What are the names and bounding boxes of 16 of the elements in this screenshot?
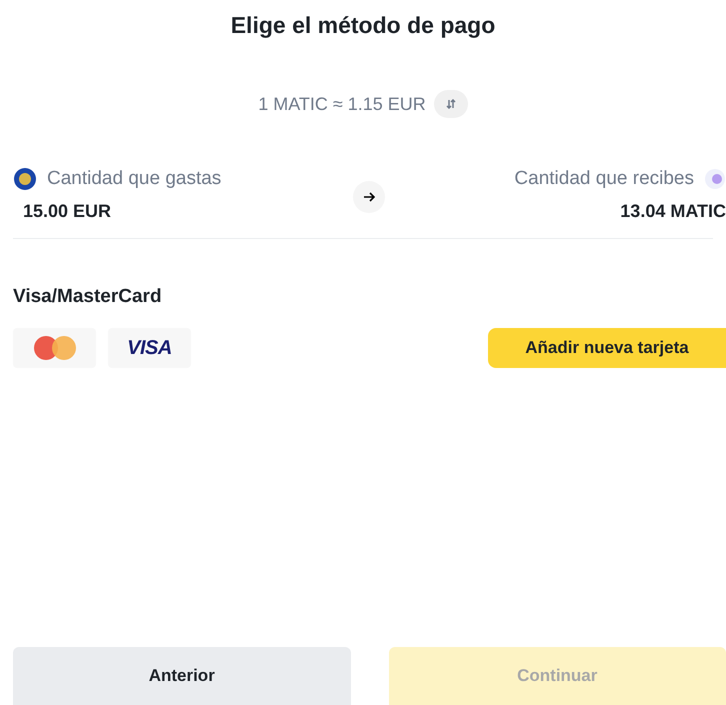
visa-logo-text: VISA [127, 336, 172, 360]
exchange-rate: 1 MATIC ≈ 1.15 EUR [258, 92, 426, 116]
receive-amount: 13.04 MATIC [620, 200, 726, 224]
method-title: Visa/MasterCard [13, 285, 163, 309]
spend-label: Cantidad que gastas [47, 166, 222, 191]
receive-label: Cantidad que recibes [514, 166, 694, 191]
overlapping-circles-icon [32, 334, 78, 360]
add-card-button[interactable]: Añadir nueva tarjeta [488, 328, 726, 368]
swap-button[interactable] [434, 90, 468, 118]
spend-amount: 15.00 EUR [22, 200, 112, 224]
back-button[interactable]: Anterior [13, 647, 350, 705]
swap-arrows-icon [446, 99, 456, 109]
euro-coin-icon [13, 167, 37, 191]
right-arrow-icon [363, 192, 375, 202]
page-title: Elige el método de pago [230, 11, 496, 38]
token-icon [704, 168, 726, 190]
